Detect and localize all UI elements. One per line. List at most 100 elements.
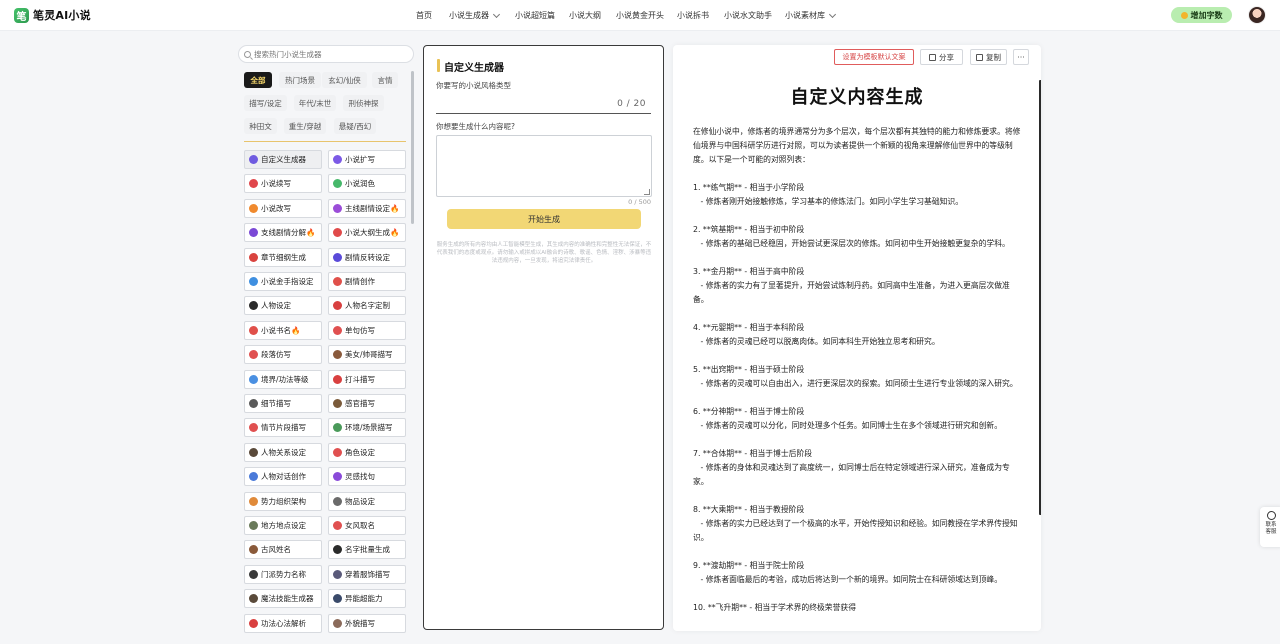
nav-item-filler-helper[interactable]: 小说水文助手	[724, 10, 772, 21]
inspire-icon	[333, 472, 342, 482]
output-item-heading: 2. **筑基期** - 相当于初中阶段	[693, 225, 805, 234]
category-tag[interactable]: 种田文	[244, 118, 277, 134]
content-textarea[interactable]	[436, 135, 652, 197]
share-label: 分享	[939, 52, 954, 62]
copy-button[interactable]: 复制	[970, 49, 1007, 65]
tool-label: 物品设定	[345, 496, 375, 506]
category-tag[interactable]: 悬疑/西幻	[334, 118, 376, 134]
nav-item-book-breakdown[interactable]: 小说拆书	[677, 10, 709, 21]
nav-item-novel-generator[interactable]: 小说生成器	[449, 10, 501, 21]
output-scrollbar[interactable]	[1039, 80, 1041, 515]
output-item-heading: 4. **元婴期** - 相当于本科阶段	[693, 323, 805, 332]
tool-item[interactable]: 门派势力名称	[244, 564, 322, 584]
category-tag[interactable]: 描写/设定	[244, 95, 287, 111]
category-tag[interactable]: 全部	[244, 72, 272, 88]
style-input[interactable]: 0 / 20	[436, 94, 651, 114]
tool-item[interactable]: 小说润色	[328, 174, 406, 194]
tool-item[interactable]: 美女/帅哥描写	[328, 345, 406, 365]
generator-title: 自定义生成器	[444, 63, 504, 74]
avatar[interactable]	[1248, 6, 1266, 24]
tool-item[interactable]: 小说金手指设定	[244, 272, 322, 291]
tool-item[interactable]: 人物名字定制	[328, 296, 406, 316]
tool-item[interactable]: 灵感找句	[328, 467, 406, 487]
sidebar-scrollbar[interactable]	[411, 71, 414, 224]
tool-item[interactable]: 小说续写	[244, 174, 322, 194]
search-bar[interactable]	[238, 45, 414, 63]
tool-label: 灵感找句	[345, 472, 375, 482]
tool-item[interactable]: 剧情反转设定	[328, 247, 406, 267]
chevron-down-icon	[492, 10, 501, 18]
more-options-button[interactable]: ···	[1013, 49, 1029, 65]
share-button[interactable]: 分享	[920, 49, 963, 65]
tool-item[interactable]: 角色设定	[328, 442, 406, 462]
tool-item[interactable]: 小说大纲生成🔥	[328, 223, 406, 243]
nav-item-home[interactable]: 首页	[416, 10, 432, 21]
tool-item[interactable]: 支线剧情分解🔥	[244, 223, 322, 243]
tool-label: 剧情反转设定	[345, 252, 390, 262]
category-tag[interactable]: 言情	[372, 72, 398, 88]
item-icon	[333, 496, 342, 506]
tool-item[interactable]: 人物关系设定	[244, 442, 322, 462]
tool-item[interactable]: 打斗描写	[328, 369, 406, 389]
mainline-icon	[333, 203, 342, 213]
start-generate-button[interactable]: 开始生成	[447, 209, 641, 229]
tool-item[interactable]: 地方地点设定	[244, 516, 322, 535]
category-tag[interactable]: 热门场景	[279, 72, 321, 88]
tool-item[interactable]: 自定义生成器	[244, 150, 322, 169]
category-tag[interactable]: 年代/末世	[294, 95, 336, 111]
tool-item[interactable]: 环境/场景描写	[328, 418, 406, 438]
search-input[interactable]	[254, 49, 404, 59]
tool-item[interactable]: 功法心法解析	[244, 613, 322, 633]
tool-label: 小说金手指设定	[261, 277, 314, 286]
faction-icon	[249, 496, 258, 506]
tool-item[interactable]: 细节描写	[244, 394, 322, 413]
nav-item-golden-opening[interactable]: 小说黄金开头	[616, 10, 664, 21]
tool-item[interactable]: 小说改写	[244, 198, 322, 218]
content-question-label: 你想要生成什么内容呢?	[436, 122, 515, 131]
tool-item[interactable]: 主线剧情设定🔥	[328, 198, 406, 218]
add-words-label: 增加字数	[1190, 10, 1223, 20]
customer-service-button[interactable]: 联系客服	[1260, 507, 1280, 547]
tool-item[interactable]: 感官描写	[328, 394, 406, 413]
tool-item[interactable]: 名字批量生成	[328, 540, 406, 560]
tool-item[interactable]: 段落仿写	[244, 345, 322, 365]
tool-item[interactable]: 人物设定	[244, 296, 322, 316]
search-icon	[244, 50, 251, 58]
output-item-heading: 8. **大乘期** - 相当于教授阶段	[693, 505, 805, 514]
tool-item[interactable]: 人物对话创作	[244, 467, 322, 487]
resize-handle-icon[interactable]	[644, 189, 650, 195]
output-item-detail: - 修炼者的灵魂已经可以脱离肉体。如同本科生开始独立思考和研究。	[693, 337, 940, 346]
tool-item[interactable]: 女风取名	[328, 516, 406, 535]
tool-item[interactable]: 情节片段描写	[244, 418, 322, 438]
tool-item[interactable]: 章节细纲生成	[244, 247, 322, 267]
tool-item[interactable]: 穿着服饰描写	[328, 564, 406, 584]
tool-item[interactable]: 物品设定	[328, 491, 406, 511]
tool-item[interactable]: 小说扩写	[328, 150, 406, 169]
tool-item[interactable]: 古风姓名	[244, 540, 322, 560]
add-words-button[interactable]: 增加字数	[1171, 7, 1232, 23]
category-tag[interactable]: 玄幻/仙侠	[322, 72, 367, 88]
category-tag[interactable]: 重生/穿越	[284, 118, 326, 134]
chevron-down-icon	[828, 10, 837, 18]
tool-label: 环境/场景描写	[345, 423, 393, 433]
tool-item[interactable]: 外貌描写	[328, 613, 406, 633]
polish-icon	[333, 179, 342, 189]
chapter-icon	[249, 252, 258, 262]
tool-item[interactable]: 魔法技能生成器	[244, 589, 322, 609]
rewrite-icon	[249, 203, 258, 213]
nav-item-short-story[interactable]: 小说超短篇	[515, 10, 555, 21]
relation-icon	[249, 447, 258, 457]
tool-item[interactable]: 势力组织架构	[244, 491, 322, 511]
tool-item[interactable]: 剧情创作	[328, 272, 406, 291]
tool-item[interactable]: 小说书名🔥	[244, 320, 322, 340]
tool-item[interactable]: 境界/功法等级	[244, 369, 322, 389]
category-tag[interactable]: 刑侦神探	[343, 95, 384, 111]
nav-item-material-library[interactable]: 小说素材库	[785, 10, 837, 21]
set-default-template-button[interactable]: 设置为模板默认文案	[834, 49, 914, 65]
tool-label: 小说书名🔥	[261, 325, 301, 335]
tool-item[interactable]: 单句仿写	[328, 320, 406, 340]
nav-item-outline[interactable]: 小说大纲	[569, 10, 601, 21]
goldfinger-icon	[249, 277, 258, 286]
tool-item[interactable]: 异能超能力	[328, 589, 406, 609]
